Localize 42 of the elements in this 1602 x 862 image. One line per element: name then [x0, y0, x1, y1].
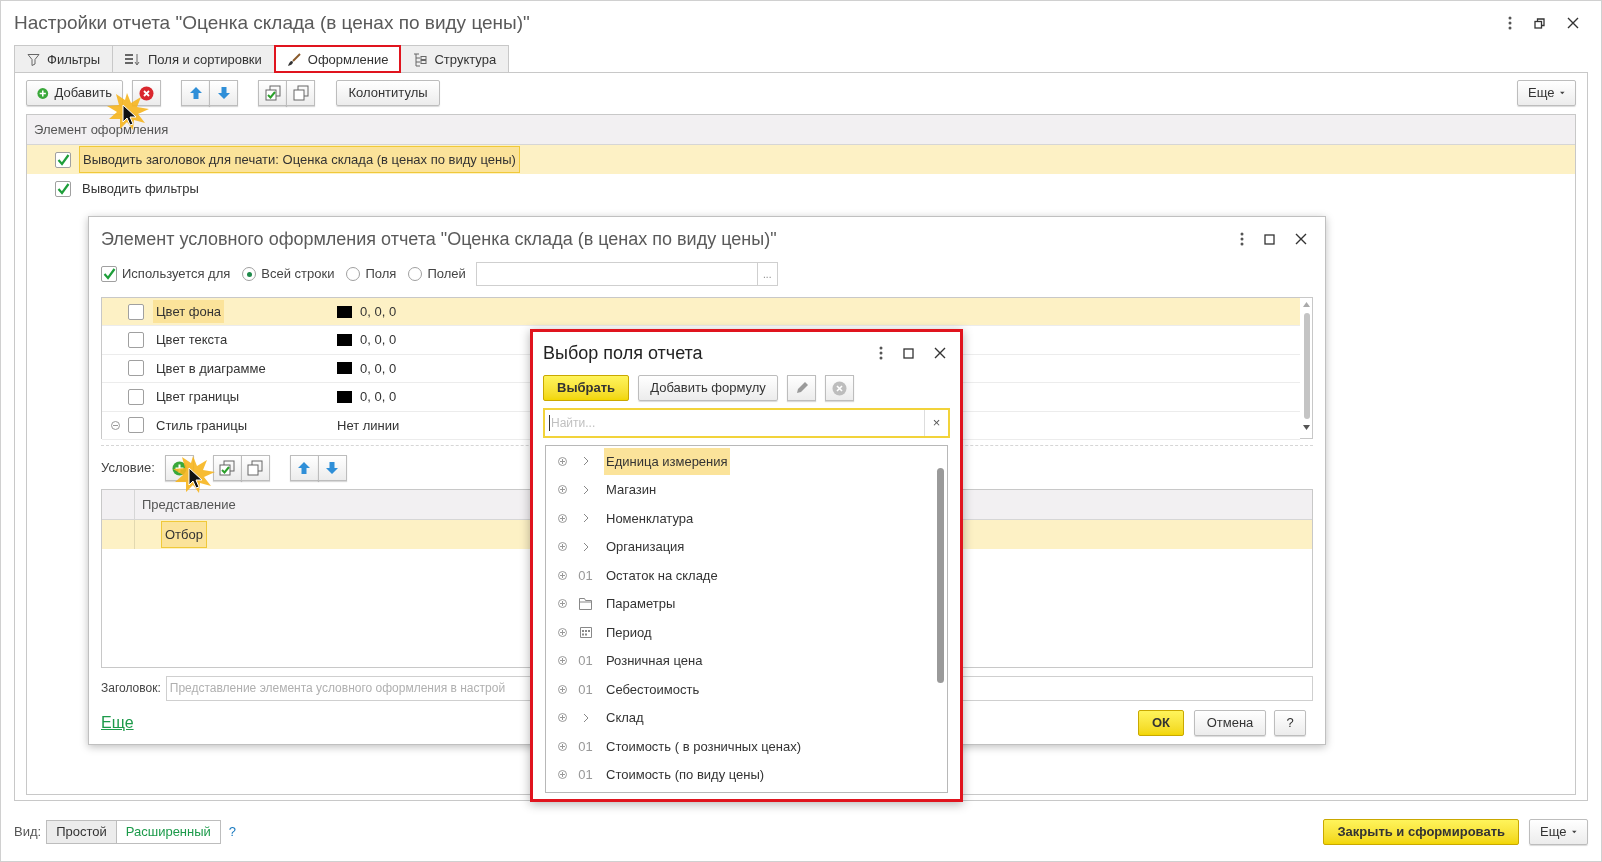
field-name: Номенклатура: [605, 509, 695, 528]
heading-label: Заголовок:: [101, 680, 161, 697]
property-value: Нет линии: [337, 416, 400, 435]
dialog-title: Элемент условного оформления отчета "Оценка склада (в ценах по виду цены)": [101, 227, 777, 251]
field-name: Период: [605, 623, 653, 642]
property-name: Цвет границы: [155, 388, 241, 407]
field-name: Стоимость (по виду цены): [605, 766, 766, 784]
window-title: Настройки отчета "Оценка склада (в ценах по виду цены)": [14, 10, 530, 35]
view-label: Вид:: [14, 822, 42, 841]
field-name: Себестоимость: [605, 680, 701, 699]
property-name: Цвет фона: [153, 299, 225, 323]
row-text: Выводить фильтры: [81, 179, 200, 198]
column-header: Элемент оформления: [27, 115, 1575, 145]
field-name: Организация: [605, 538, 686, 556]
field-name: Параметры: [605, 595, 677, 613]
radio-label: Всей строки: [261, 265, 335, 284]
row-text: Выводить заголовок для печати: Оценка склада (в ценах по виду цены): [79, 145, 520, 174]
property-name: Стиль границы: [155, 416, 248, 435]
field-name: Стоимость ( в розничных ценах): [605, 737, 803, 756]
number-type-marker: 01: [578, 652, 593, 670]
number-type-marker: 01: [578, 680, 593, 699]
property-name: Цвет текста: [155, 331, 229, 350]
property-value: 0, 0, 0: [360, 388, 397, 407]
property-value: 0, 0, 0: [360, 331, 397, 350]
number-type-marker: 01: [578, 566, 593, 585]
row-text: Отбор: [161, 520, 207, 549]
field-name: Единица измерения: [604, 447, 730, 475]
radio-label: Поля: [365, 265, 397, 284]
property-value: 0, 0, 0: [360, 359, 397, 378]
number-type-marker: 01: [578, 737, 593, 756]
radio-label: Полей: [427, 265, 466, 284]
checkbox-label: Используется для: [122, 265, 231, 284]
number-type-marker: 01: [578, 766, 593, 784]
column-header: Представление: [141, 495, 236, 514]
dialog-title: Выбор поля отчета: [543, 341, 703, 365]
field-name: Склад: [605, 709, 645, 727]
field-name: Магазин: [605, 481, 658, 499]
field-name: Остаток на складе: [605, 566, 719, 585]
condition-label: Условие:: [101, 459, 155, 478]
field-name: Розничная цена: [605, 652, 704, 670]
property-value: 0, 0, 0: [360, 302, 397, 321]
property-name: Цвет в диаграмме: [155, 359, 267, 378]
